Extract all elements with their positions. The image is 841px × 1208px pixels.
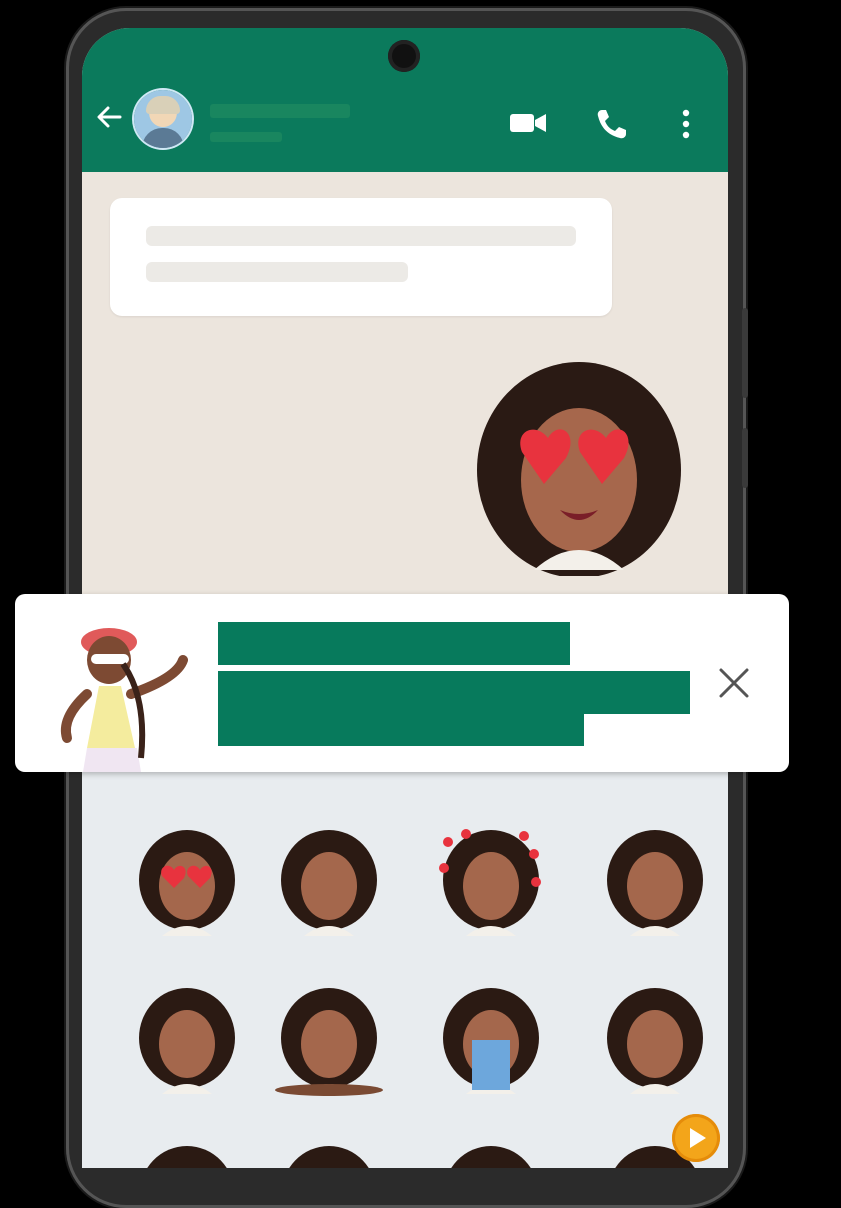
incoming-message[interactable] <box>110 198 612 316</box>
sticker-notification[interactable] <box>15 594 789 772</box>
contact-name[interactable] <box>210 104 350 118</box>
sticker-crying[interactable] <box>436 986 546 1096</box>
video-call-icon[interactable] <box>508 108 548 138</box>
volume-button <box>742 308 748 398</box>
sent-sticker[interactable] <box>474 360 684 576</box>
sticker-partial-3[interactable] <box>436 1144 546 1168</box>
chat-header <box>82 28 728 172</box>
message-line <box>146 226 576 246</box>
sticker-sip-cup[interactable] <box>132 986 242 1096</box>
notification-line-3 <box>218 712 584 746</box>
sticker-partial-1[interactable] <box>132 1144 242 1168</box>
gif-button[interactable] <box>672 1114 720 1162</box>
contact-status <box>210 132 282 142</box>
avatar-dance-sticker <box>61 628 188 772</box>
sticker-shocked[interactable] <box>600 828 710 938</box>
sticker-partial-2[interactable] <box>274 1144 384 1168</box>
power-button <box>742 428 748 488</box>
sticker-hearts-around[interactable] <box>436 828 546 938</box>
message-line <box>146 262 408 282</box>
close-icon[interactable] <box>715 664 753 702</box>
play-icon <box>690 1128 706 1148</box>
front-camera <box>388 40 420 72</box>
sticker-smirk[interactable] <box>600 986 710 1096</box>
back-arrow-icon[interactable] <box>94 102 124 132</box>
sticker-heart-eyes[interactable] <box>132 828 242 938</box>
notification-line-2 <box>218 671 690 714</box>
sticker-thinking[interactable] <box>274 828 384 938</box>
voice-call-icon[interactable] <box>594 106 630 142</box>
sticker-lying-down[interactable] <box>274 986 384 1096</box>
notification-line-1 <box>218 622 570 665</box>
more-vert-icon[interactable] <box>680 106 692 142</box>
contact-avatar[interactable] <box>134 90 192 148</box>
